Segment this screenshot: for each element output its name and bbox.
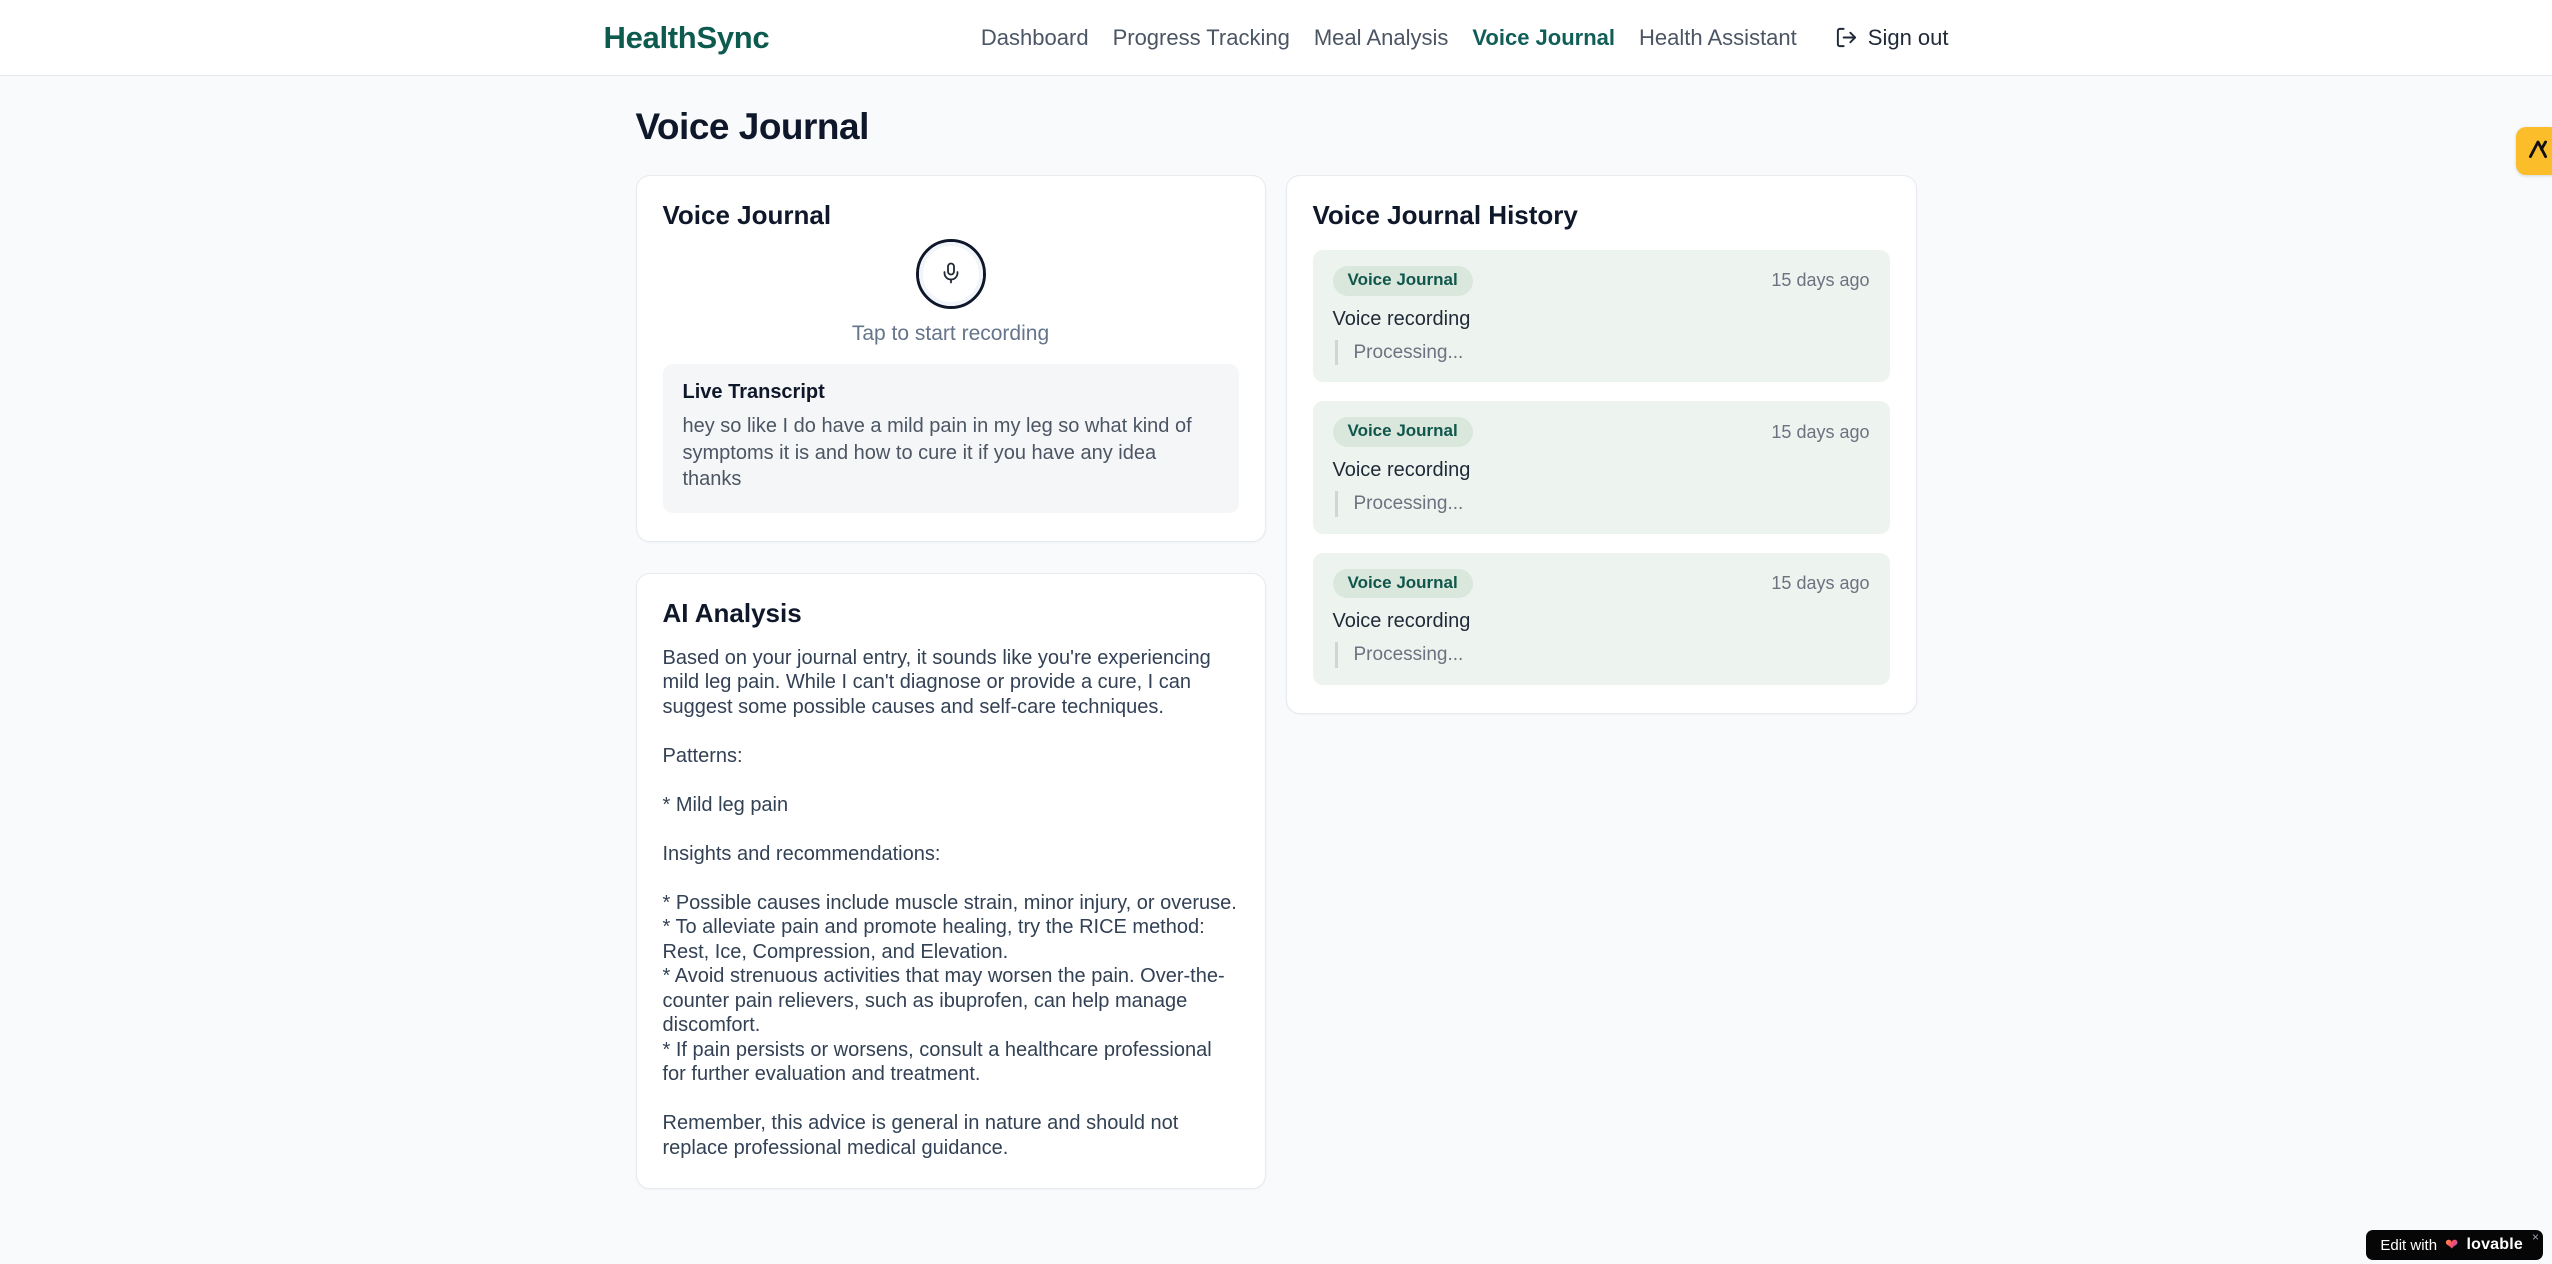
lovable-brand-label: lovable: [2466, 1236, 2523, 1253]
edit-with-lovable-badge[interactable]: Edit with ❤ lovable ×: [2366, 1230, 2543, 1260]
close-icon[interactable]: ×: [2532, 1231, 2539, 1243]
history-title: Voice Journal History: [1312, 200, 1578, 230]
record-button[interactable]: [915, 239, 986, 309]
sign-out-button[interactable]: Sign out: [1835, 25, 1949, 51]
entry-status: Processing...: [1334, 339, 1870, 366]
side-extension-badge[interactable]: [2516, 127, 2552, 175]
entry-status: Processing...: [1334, 642, 1870, 668]
entry-timestamp: 15 days ago: [1771, 270, 1870, 291]
live-transcript-box: Live Transcript hey so like I do have a …: [662, 364, 1239, 513]
entry-status: Processing...: [1334, 491, 1870, 517]
history-entry[interactable]: Voice Journal 15 days ago Voice recordin…: [1312, 401, 1890, 534]
ai-analysis-card: AI Analysis Based on your journal entry,…: [635, 572, 1266, 1190]
entry-timestamp: 15 days ago: [1771, 573, 1870, 593]
app-logo[interactable]: HealthSync: [604, 20, 770, 56]
nav-health-assistant[interactable]: Health Assistant: [1639, 25, 1797, 51]
left-column: Voice Journal Tap to start recording Liv…: [635, 175, 1266, 1190]
heart-icon: ❤: [2445, 1237, 2459, 1254]
page-title: Voice Journal: [635, 106, 870, 147]
mountain-logo-icon: [2525, 136, 2551, 167]
main-nav: Dashboard Progress Tracking Meal Analysi…: [957, 25, 1949, 51]
voice-recorder-card: Voice Journal Tap to start recording Liv…: [635, 175, 1266, 542]
entry-timestamp: 15 days ago: [1771, 421, 1870, 442]
entry-label: Voice recording: [1332, 459, 1471, 482]
nav-dashboard[interactable]: Dashboard: [981, 25, 1089, 51]
ai-analysis-title: AI Analysis: [662, 597, 802, 628]
recorder-card-title: Voice Journal: [662, 200, 832, 230]
live-transcript-title: Live Transcript: [682, 381, 825, 403]
entry-label: Voice recording: [1332, 307, 1471, 330]
entry-type-badge: Voice Journal: [1332, 568, 1473, 599]
sign-out-label: Sign out: [1867, 24, 1949, 50]
main-content: Voice Journal Voice Journal Tap to start…: [635, 76, 1917, 1190]
nav-progress-tracking[interactable]: Progress Tracking: [1113, 25, 1290, 51]
nav-voice-journal[interactable]: Voice Journal: [1472, 25, 1615, 51]
record-hint: Tap to start recording: [851, 322, 1050, 345]
ai-analysis-body: Based on your journal entry, it sounds l…: [662, 646, 1237, 1159]
entry-label: Voice recording: [1332, 610, 1471, 633]
edit-with-label: Edit with: [2380, 1236, 2438, 1254]
right-column: Voice Journal History Voice Journal 15 d…: [1285, 175, 1917, 714]
nav-meal-analysis[interactable]: Meal Analysis: [1314, 25, 1449, 51]
microphone-icon: [939, 261, 963, 288]
entry-type-badge: Voice Journal: [1332, 266, 1473, 296]
history-entry[interactable]: Voice Journal 15 days ago Voice recordin…: [1312, 250, 1890, 383]
app-header: HealthSync Dashboard Progress Tracking M…: [0, 0, 2552, 76]
history-card: Voice Journal History Voice Journal 15 d…: [1285, 175, 1917, 714]
live-transcript-text: hey so like I do have a mild pain in my …: [682, 415, 1192, 491]
entry-type-badge: Voice Journal: [1332, 417, 1473, 448]
history-entry[interactable]: Voice Journal 15 days ago Voice recordin…: [1312, 552, 1890, 685]
logout-icon: [1835, 26, 1858, 49]
